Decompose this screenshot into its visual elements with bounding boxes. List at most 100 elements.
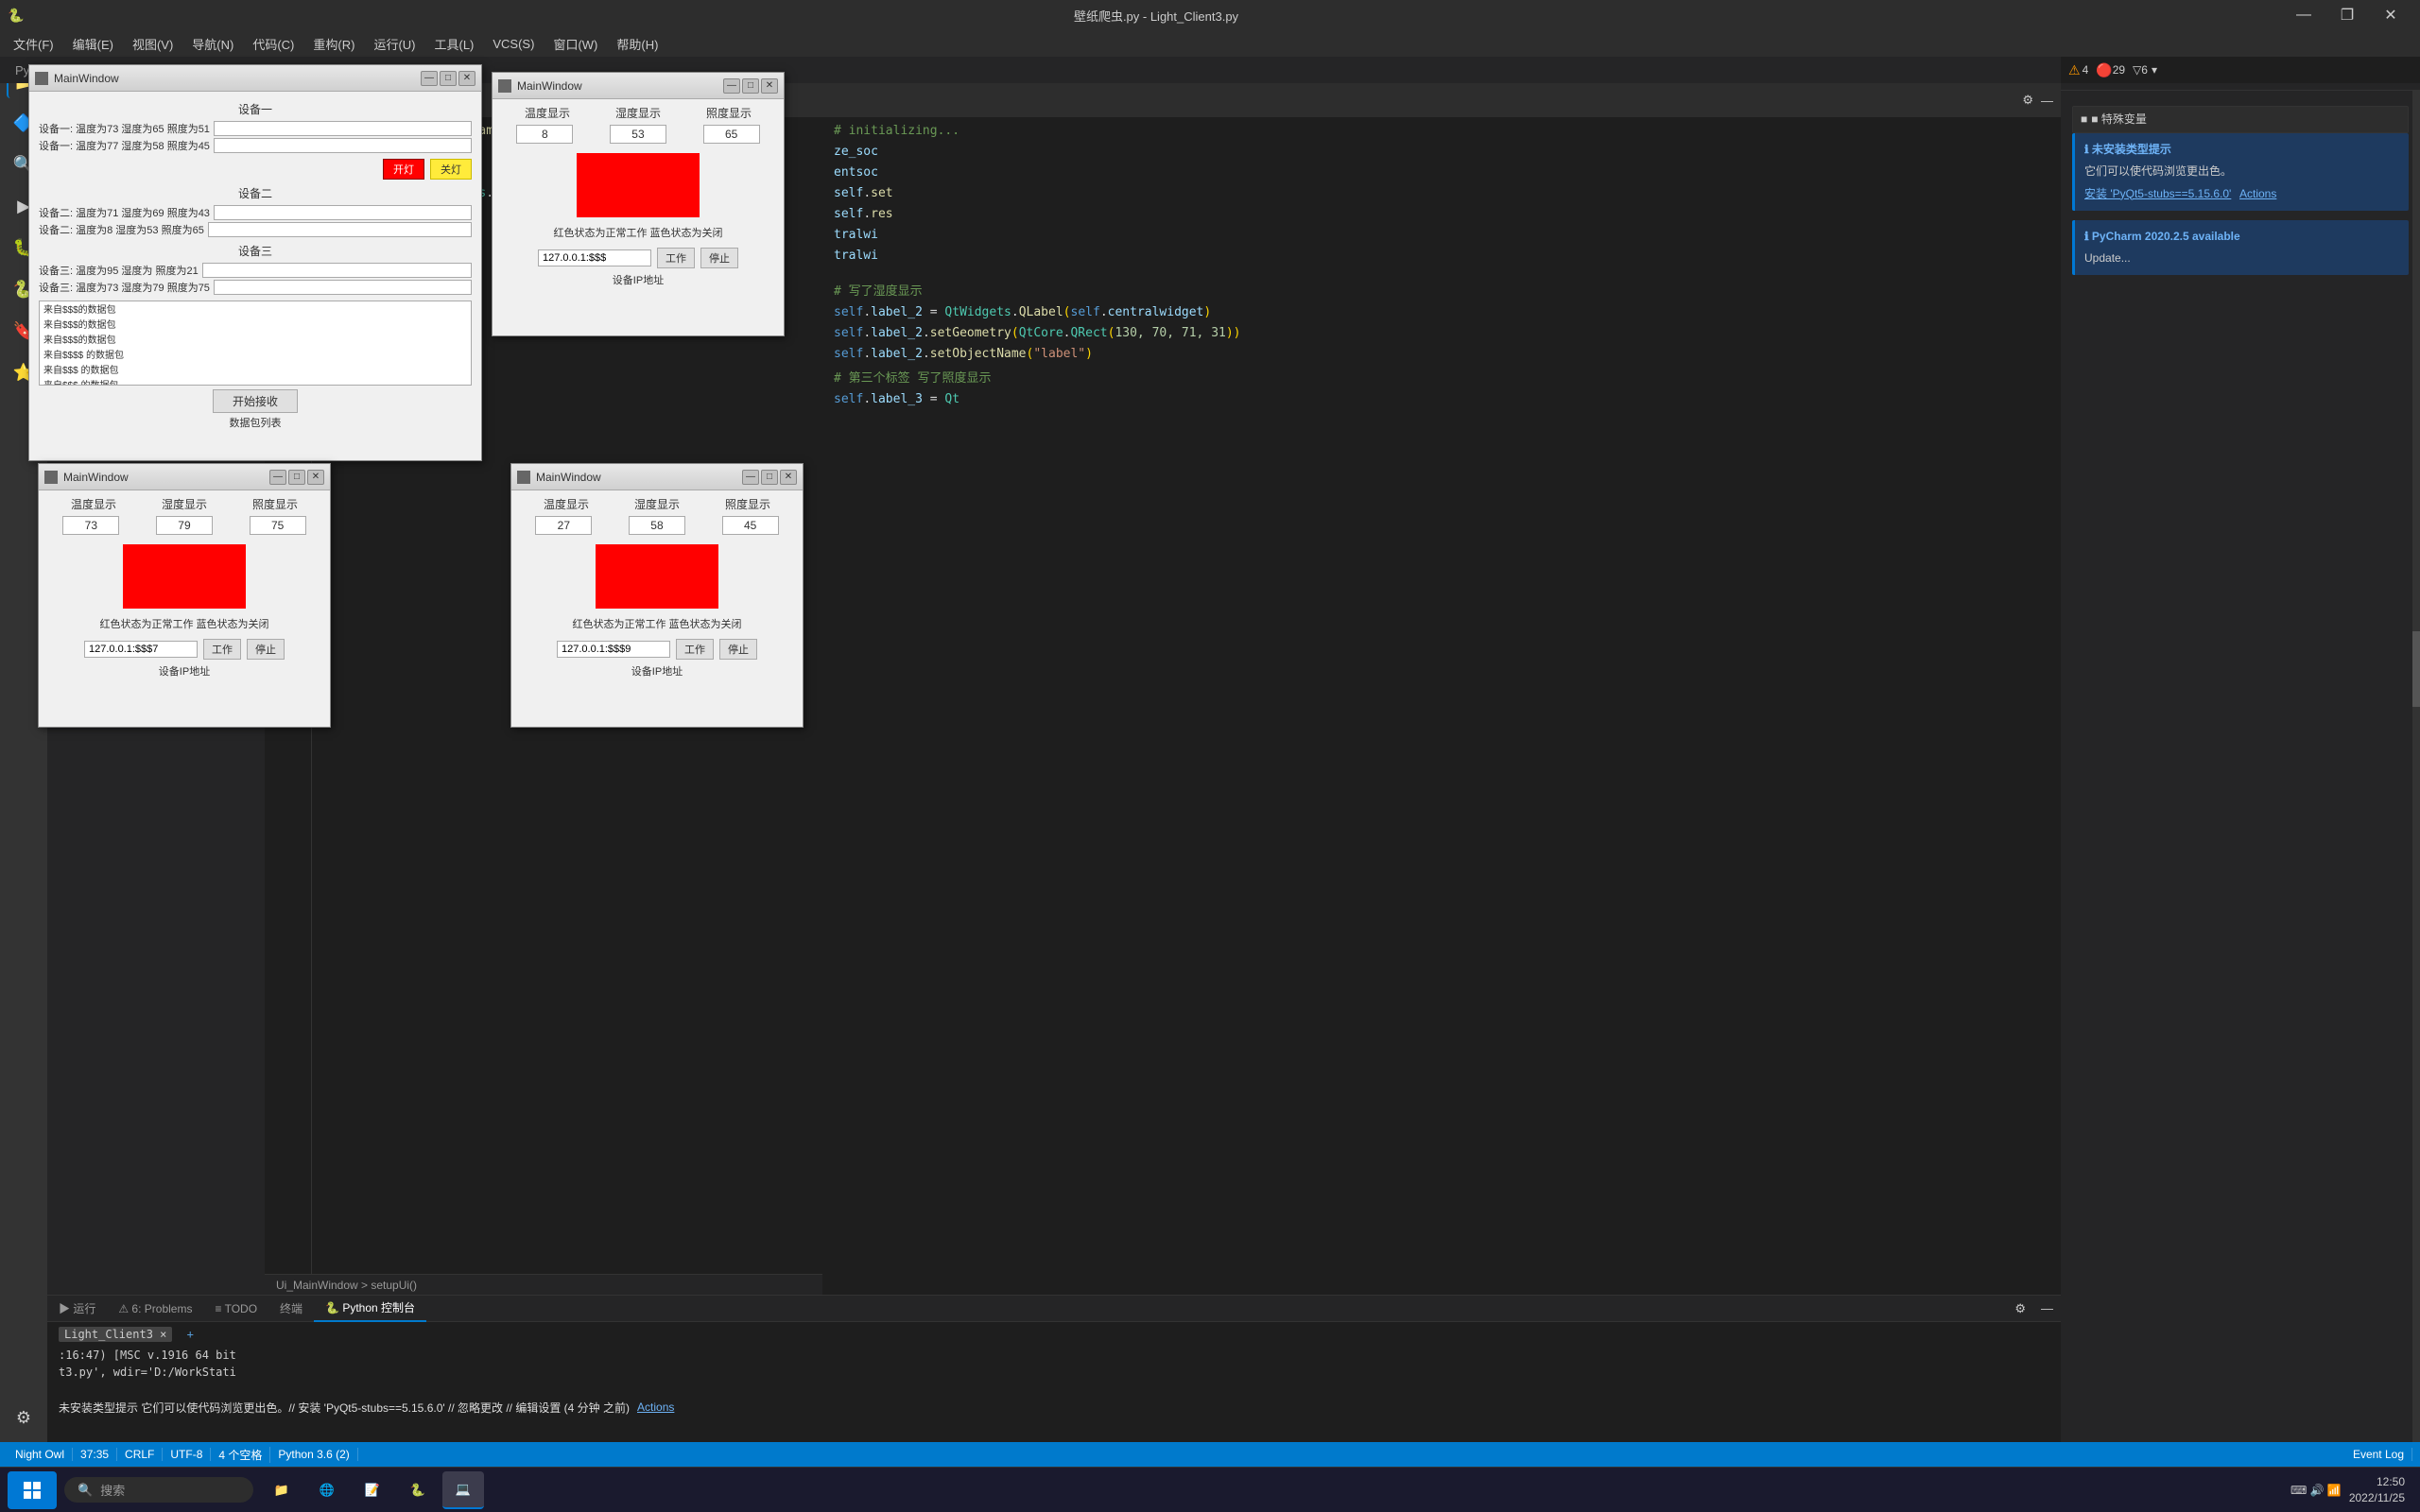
menu-vcs[interactable]: VCS(S) <box>483 30 544 57</box>
qt-maximize-3[interactable]: □ <box>288 470 305 485</box>
bottom-tab-python[interactable]: 🐍 Python 控制台 <box>314 1296 426 1322</box>
qt-minimize-1[interactable]: — <box>421 71 438 86</box>
bottom-content[interactable]: Light_Client3 × + :16:47) [MSC v.1916 64… <box>47 1322 2061 1384</box>
bottom-panel-gear-icon[interactable]: ⚙ <box>2007 1301 2033 1316</box>
taskbar-app-4[interactable]: 💻 <box>442 1471 484 1509</box>
qt-maximize-2[interactable]: □ <box>742 78 759 94</box>
status-night-owl[interactable]: Night Owl <box>8 1448 73 1461</box>
device1-row2-input[interactable] <box>214 138 472 153</box>
qt-maximize-1[interactable]: □ <box>440 71 457 86</box>
status-encoding[interactable]: UTF-8 <box>163 1448 211 1461</box>
notif-1-action2[interactable]: Actions <box>2239 187 2276 200</box>
hum-input-4[interactable] <box>629 516 685 535</box>
device2-row1-input[interactable] <box>214 205 472 220</box>
menu-edit[interactable]: 编辑(E) <box>63 30 123 57</box>
sensor-ip-row-2: 工作 停止 <box>493 244 784 272</box>
menu-code[interactable]: 代码(C) <box>243 30 303 57</box>
menu-window[interactable]: 窗口(W) <box>544 30 607 57</box>
bottom-tab-todo[interactable]: ≡ TODO <box>203 1296 268 1322</box>
qt-close-1[interactable]: ✕ <box>458 71 475 86</box>
menu-run[interactable]: 运行(U) <box>364 30 424 57</box>
status-event-log[interactable]: Event Log <box>2345 1448 2412 1461</box>
light-input-2[interactable] <box>703 125 760 144</box>
device3-row1: 设备三: 温度为95 湿度为 照度为21 <box>39 263 472 278</box>
btn-off-light[interactable]: 关灯 <box>430 159 472 180</box>
sensor-stop-btn-4[interactable]: 停止 <box>719 639 757 660</box>
sensor-led-label-4: 红色状态为正常工作 蓝色状态为关闭 <box>511 616 803 631</box>
status-time[interactable]: 37:35 <box>73 1448 117 1461</box>
sensor-work-btn-2[interactable]: 工作 <box>657 248 695 268</box>
bottom-tab-problems[interactable]: ⚠ 6: Problems <box>107 1296 203 1322</box>
sensor-ip-label-3: 设备IP地址 <box>39 663 330 682</box>
menu-tools[interactable]: 工具(L) <box>424 30 483 57</box>
packet-item-3: 来自$$$的数据包 <box>43 334 467 349</box>
terminal-tab-label[interactable]: Light_Client3 × <box>59 1327 172 1342</box>
qt-minimize-2[interactable]: — <box>723 78 740 94</box>
qt-minimize-3[interactable]: — <box>269 470 286 485</box>
sensor-work-btn-3[interactable]: 工作 <box>203 639 241 660</box>
device2-row2-input[interactable] <box>208 222 472 237</box>
status-spaces[interactable]: 4 个空格 <box>211 1447 270 1463</box>
taskbar-app-2[interactable]: 🌐 <box>306 1471 348 1509</box>
special-var-expand-icon: ■ <box>2081 111 2087 129</box>
light-input-3[interactable] <box>250 516 306 535</box>
start-recv-button[interactable]: 开始接收 <box>213 389 298 413</box>
qt-title-icon-3 <box>44 471 58 484</box>
btn-on-light[interactable]: 开灯 <box>383 159 424 180</box>
sensor-stop-btn-2[interactable]: 停止 <box>700 248 738 268</box>
qt-close-4[interactable]: ✕ <box>780 470 797 485</box>
menu-view[interactable]: 视图(V) <box>123 30 182 57</box>
menu-help[interactable]: 帮助(H) <box>607 30 667 57</box>
qt-maximize-4[interactable]: □ <box>761 470 778 485</box>
menu-refactor[interactable]: 重构(R) <box>303 30 364 57</box>
sensor-ip-input-4[interactable] <box>557 641 670 658</box>
sensor-ip-input-2[interactable] <box>538 249 651 266</box>
close-button[interactable]: ✕ <box>2369 0 2412 30</box>
light-input-4[interactable] <box>722 516 779 535</box>
device3-row1-input[interactable] <box>202 263 472 278</box>
hum-label-3: 湿度显示 <box>162 496 207 512</box>
menu-nav[interactable]: 导航(N) <box>182 30 243 57</box>
menu-file[interactable]: 文件(F) <box>4 30 63 57</box>
taskbar-app-3[interactable]: 📝 <box>352 1471 393 1509</box>
temp-input-3[interactable] <box>62 516 119 535</box>
terminal-add-icon[interactable]: + <box>187 1328 194 1341</box>
sensor-stop-btn-3[interactable]: 停止 <box>247 639 285 660</box>
start-button[interactable] <box>8 1471 57 1509</box>
collapse-icon[interactable]: — <box>2041 94 2053 108</box>
hum-input-2[interactable] <box>610 125 666 144</box>
taskbar-search[interactable]: 🔍 搜索 <box>64 1477 253 1503</box>
bottom-tab-run[interactable]: ▶ 运行 <box>47 1296 107 1322</box>
temp-input-2[interactable] <box>516 125 573 144</box>
sensor-labels-4: 温度显示 湿度显示 照度显示 <box>511 490 803 514</box>
taskbar-app-1[interactable]: 📁 <box>261 1471 302 1509</box>
qt-minimize-4[interactable]: — <box>742 470 759 485</box>
device3-row2-input[interactable] <box>214 280 472 295</box>
right-panel-scrollbar[interactable] <box>2412 91 2420 1442</box>
sidebar-icon-settings[interactable]: ⚙ <box>7 1400 41 1435</box>
sensor-work-btn-4[interactable]: 工作 <box>676 639 714 660</box>
special-var-header[interactable]: ■ ■ 特殊变量 <box>2073 107 2408 132</box>
qt-close-2[interactable]: ✕ <box>761 78 778 94</box>
data-packet-list[interactable]: 来自$$$的数据包 来自$$$的数据包 来自$$$的数据包 来自$$$$ 的数据… <box>39 301 472 386</box>
hum-input-3[interactable] <box>156 516 213 535</box>
status-bar: Night Owl 37:35 CRLF UTF-8 4 个空格 Python … <box>0 1442 2420 1467</box>
notif-1-action1[interactable]: 安装 'PyQt5-stubs==5.15.6.0' <box>2084 187 2231 200</box>
bottom-tab-terminal[interactable]: 终端 <box>268 1296 314 1322</box>
qt-close-3[interactable]: ✕ <box>307 470 324 485</box>
code-behind-line10: self.label_2.setGeometry(QtCore.QRect(13… <box>834 323 2049 344</box>
status-crlf[interactable]: CRLF <box>117 1448 163 1461</box>
bottom-panel-close-icon[interactable]: — <box>2033 1301 2061 1315</box>
device2-title: 设备二 <box>39 185 472 201</box>
qt-window-btns-4: — □ ✕ <box>742 470 797 485</box>
taskbar-app-pycharm[interactable]: 🐍 <box>397 1471 439 1509</box>
gear-icon[interactable]: ⚙ <box>2022 93 2033 108</box>
sensor-ip-input-3[interactable] <box>84 641 198 658</box>
status-python[interactable]: Python 3.6 (2) <box>270 1448 357 1461</box>
maximize-button[interactable]: ❐ <box>2325 0 2369 30</box>
scroll-thumb[interactable] <box>2412 631 2420 707</box>
device1-row1-input[interactable] <box>214 121 472 136</box>
temp-input-4[interactable] <box>535 516 592 535</box>
minimize-button[interactable]: — <box>2282 0 2325 30</box>
notif-bar-actions[interactable]: Actions <box>637 1400 674 1414</box>
